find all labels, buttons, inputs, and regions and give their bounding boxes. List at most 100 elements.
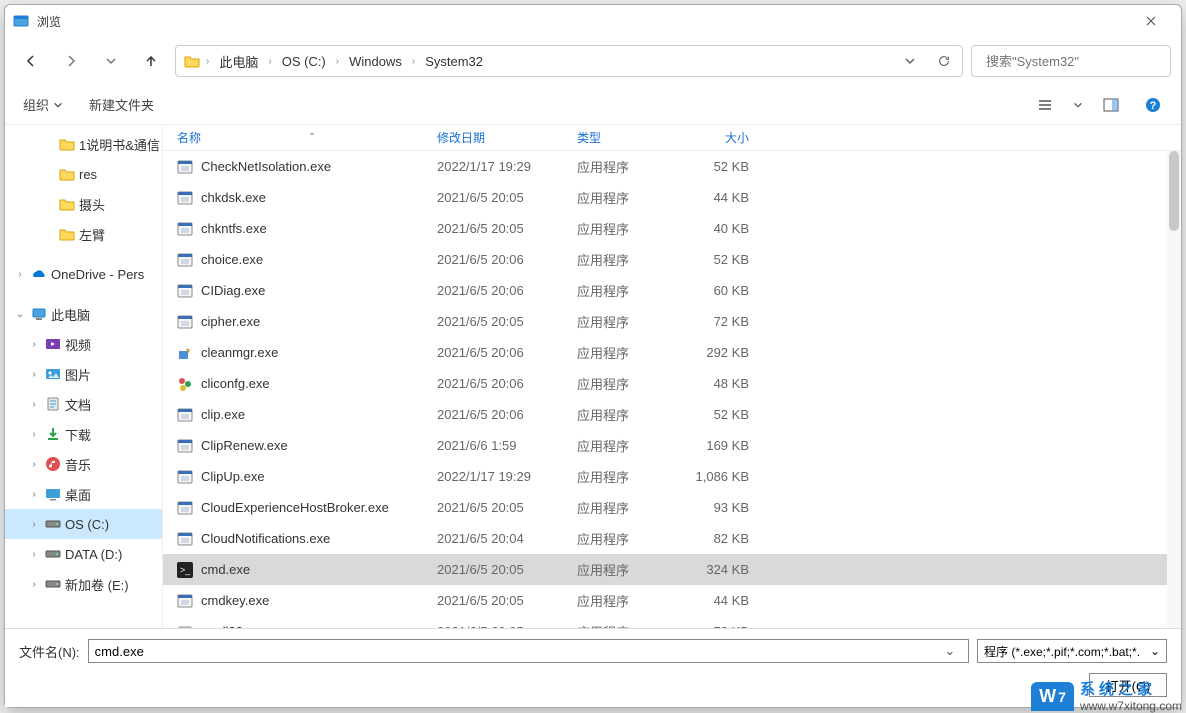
expand-icon[interactable]: › xyxy=(27,399,41,410)
file-list[interactable]: CheckNetIsolation.exe2022/1/17 19:29应用程序… xyxy=(163,151,1181,628)
expand-icon[interactable]: › xyxy=(27,579,41,590)
file-row[interactable]: CloudExperienceHostBroker.exe2021/6/5 20… xyxy=(163,492,1181,523)
breadcrumb-item[interactable]: 此电脑 xyxy=(215,50,262,73)
expand-icon[interactable]: › xyxy=(13,269,27,280)
file-row[interactable]: ClipUp.exe2022/1/17 19:29应用程序1,086 KB xyxy=(163,461,1181,492)
scrollbar-thumb[interactable] xyxy=(1169,151,1179,231)
expand-icon[interactable]: › xyxy=(27,459,41,470)
nav-item[interactable]: res xyxy=(5,159,162,189)
refresh-icon xyxy=(937,54,951,68)
chevron-down-icon[interactable] xyxy=(1073,100,1083,110)
file-type: 应用程序 xyxy=(563,343,683,362)
file-row[interactable]: choice.exe2021/6/5 20:06应用程序52 KB xyxy=(163,244,1181,275)
nav-item[interactable]: › 音乐 xyxy=(5,449,162,479)
up-button[interactable] xyxy=(135,45,167,77)
nav-label: 音乐 xyxy=(65,455,91,474)
file-size: 169 KB xyxy=(683,438,763,453)
file-row[interactable]: chkdsk.exe2021/6/5 20:05应用程序44 KB xyxy=(163,182,1181,213)
nav-item[interactable]: ›下载 xyxy=(5,419,162,449)
expand-icon[interactable]: › xyxy=(27,369,41,380)
breadcrumb-item[interactable]: System32 xyxy=(421,52,487,71)
filename-input[interactable] xyxy=(95,644,938,659)
expand-icon[interactable]: ⌄ xyxy=(13,309,27,320)
file-name: cmdkey.exe xyxy=(201,593,269,608)
file-type: 应用程序 xyxy=(563,374,683,393)
new-folder-button[interactable]: 新建文件夹 xyxy=(85,91,158,118)
navigation-pane[interactable]: 1说明书&通信res摄头左臂 ›OneDrive - Pers ⌄此电脑›视频›图片… xyxy=(5,125,163,628)
file-type-filter[interactable]: 程序 (*.exe;*.pif;*.com;*.bat;*. ⌄ xyxy=(977,639,1167,663)
nav-item[interactable]: ›OneDrive - Pers xyxy=(5,259,162,289)
file-date: 2021/6/5 20:06 xyxy=(423,407,563,422)
file-row[interactable]: cliconfg.exe2021/6/5 20:06应用程序48 KB xyxy=(163,368,1181,399)
filename-combobox[interactable]: ⌄ xyxy=(88,639,969,663)
expand-icon[interactable]: › xyxy=(27,489,41,500)
nav-item[interactable]: ›视频 xyxy=(5,329,162,359)
file-row[interactable]: cmdl32.exe2021/6/5 20:05应用程序72 KB xyxy=(163,616,1181,628)
file-name: cliconfg.exe xyxy=(201,376,270,391)
scrollbar[interactable] xyxy=(1167,151,1181,628)
preview-pane-button[interactable] xyxy=(1097,91,1125,119)
expand-icon[interactable]: › xyxy=(27,339,41,350)
nav-item[interactable]: ⌄此电脑 xyxy=(5,299,162,329)
file-row[interactable]: clip.exe2021/6/5 20:06应用程序52 KB xyxy=(163,399,1181,430)
chevron-down-icon[interactable]: ⌄ xyxy=(938,643,962,659)
back-button[interactable] xyxy=(15,45,47,77)
nav-item[interactable]: 摄头 xyxy=(5,189,162,219)
nav-item[interactable]: ›DATA (D:) xyxy=(5,539,162,569)
nav-label: 文档 xyxy=(65,395,91,414)
close-button[interactable] xyxy=(1129,5,1173,37)
address-bar[interactable]: › 此电脑 › OS (C:) › Windows › System32 xyxy=(175,45,963,77)
pc-icon xyxy=(31,306,47,322)
chevron-right-icon: › xyxy=(336,56,339,67)
file-row[interactable]: CIDiag.exe2021/6/5 20:06应用程序60 KB xyxy=(163,275,1181,306)
app-icon xyxy=(13,13,29,29)
search-input[interactable] xyxy=(986,54,1162,69)
breadcrumb-item[interactable]: Windows xyxy=(345,52,406,71)
column-date[interactable]: 修改日期 xyxy=(423,129,563,146)
expand-icon[interactable]: › xyxy=(27,519,41,530)
nav-item[interactable]: 1说明书&通信 xyxy=(5,129,162,159)
folder-icon xyxy=(59,166,75,182)
breadcrumb-label: System32 xyxy=(425,54,483,69)
nav-item[interactable]: ›OS (C:) xyxy=(5,509,162,539)
nav-item[interactable]: 左臂 xyxy=(5,219,162,249)
file-row[interactable]: chkntfs.exe2021/6/5 20:05应用程序40 KB xyxy=(163,213,1181,244)
file-row[interactable]: ClipRenew.exe2021/6/6 1:59应用程序169 KB xyxy=(163,430,1181,461)
nav-item[interactable]: › 文档 xyxy=(5,389,162,419)
file-icon xyxy=(177,469,193,485)
expand-icon[interactable]: › xyxy=(27,429,41,440)
breadcrumb-item[interactable]: OS (C:) xyxy=(278,52,330,71)
file-icon xyxy=(177,190,193,206)
file-row[interactable]: cipher.exe2021/6/5 20:05应用程序72 KB xyxy=(163,306,1181,337)
file-row[interactable]: CheckNetIsolation.exe2022/1/17 19:29应用程序… xyxy=(163,151,1181,182)
file-row[interactable]: >_cmd.exe2021/6/5 20:05应用程序324 KB xyxy=(163,554,1181,585)
expand-icon[interactable]: › xyxy=(27,549,41,560)
organize-menu[interactable]: 组织 xyxy=(19,91,67,118)
file-size: 52 KB xyxy=(683,407,763,422)
recent-button[interactable] xyxy=(95,45,127,77)
column-size[interactable]: 大小 xyxy=(683,129,763,146)
file-type: 应用程序 xyxy=(563,436,683,455)
command-bar: 组织 新建文件夹 ? xyxy=(5,85,1181,125)
refresh-button[interactable] xyxy=(930,47,958,75)
file-list-pane: 名称⌃ 修改日期 类型 大小 CheckNetIsolation.exe2022… xyxy=(163,125,1181,628)
column-type[interactable]: 类型 xyxy=(563,129,683,146)
file-icon xyxy=(177,221,193,237)
forward-button[interactable] xyxy=(55,45,87,77)
filename-label: 文件名(N): xyxy=(19,642,80,661)
column-name[interactable]: 名称⌃ xyxy=(163,129,423,146)
view-options-button[interactable] xyxy=(1031,91,1059,119)
help-button[interactable]: ? xyxy=(1139,91,1167,119)
download-icon xyxy=(45,426,61,442)
file-row[interactable]: cmdkey.exe2021/6/5 20:05应用程序44 KB xyxy=(163,585,1181,616)
nav-item[interactable]: ›图片 xyxy=(5,359,162,389)
disk-icon xyxy=(45,576,61,592)
address-dropdown[interactable] xyxy=(896,47,924,75)
breadcrumb-label: OS (C:) xyxy=(282,54,326,69)
file-size: 72 KB xyxy=(683,624,763,628)
search-box[interactable] xyxy=(971,45,1171,77)
nav-item[interactable]: ›新加卷 (E:) xyxy=(5,569,162,599)
nav-item[interactable]: ›桌面 xyxy=(5,479,162,509)
file-row[interactable]: cleanmgr.exe2021/6/5 20:06应用程序292 KB xyxy=(163,337,1181,368)
file-row[interactable]: CloudNotifications.exe2021/6/5 20:04应用程序… xyxy=(163,523,1181,554)
